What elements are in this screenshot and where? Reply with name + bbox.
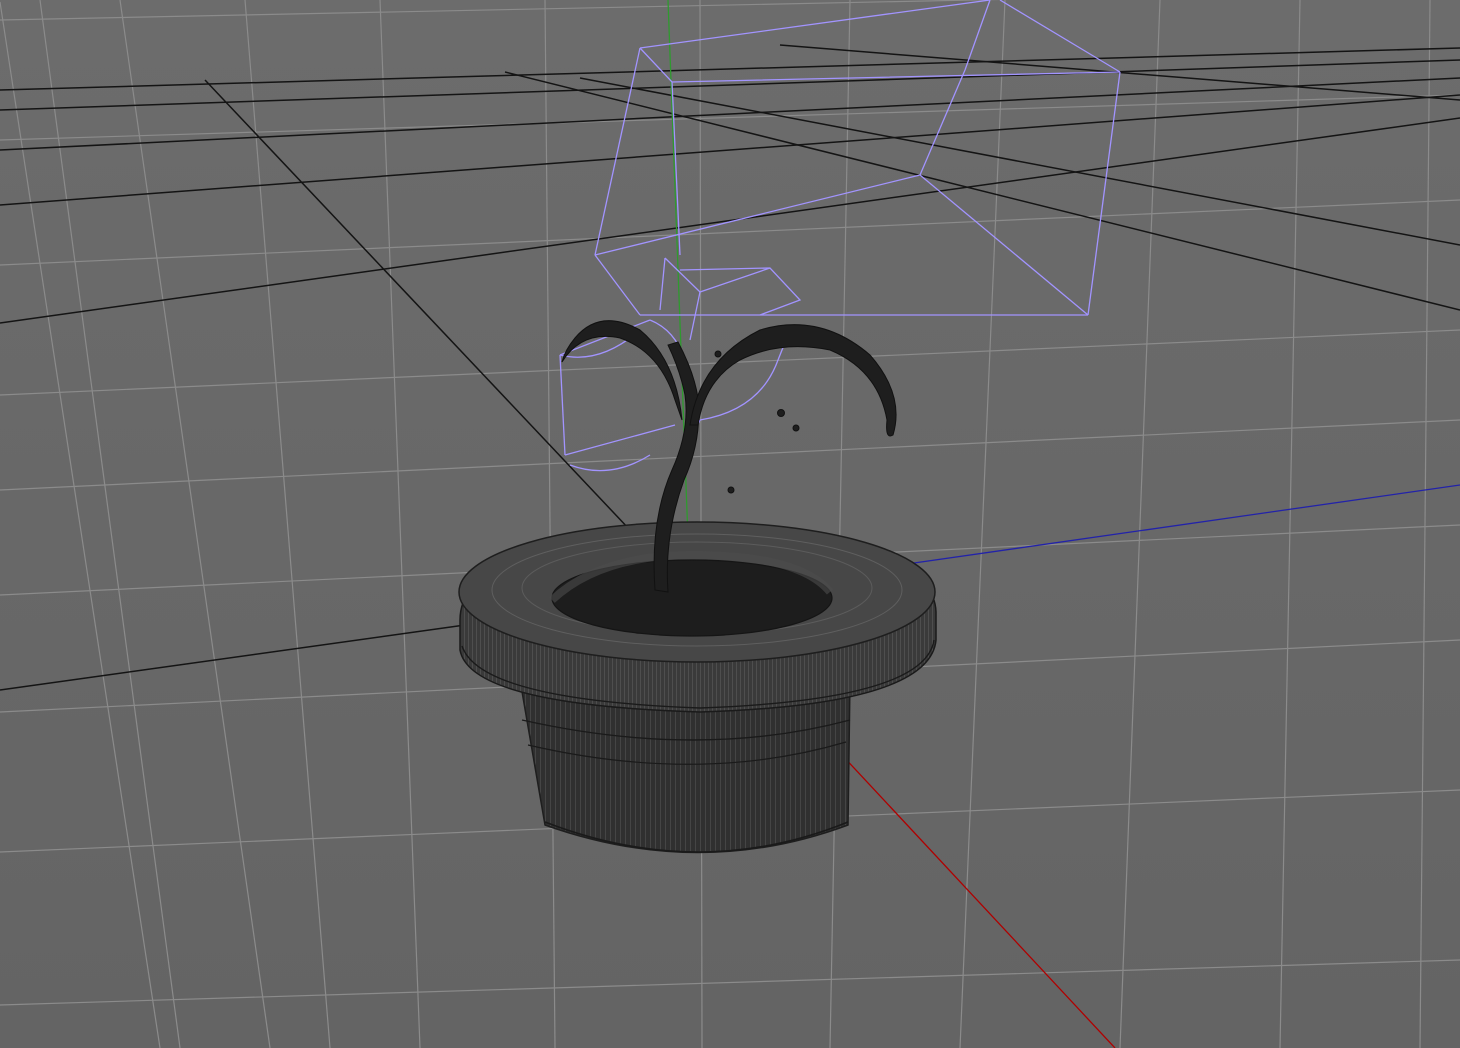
3d-viewport[interactable] bbox=[0, 0, 1460, 1048]
seed-particle bbox=[792, 424, 800, 432]
seed-particle bbox=[714, 350, 722, 358]
viewport-canvas[interactable] bbox=[0, 0, 1460, 1048]
seed-particle bbox=[727, 486, 735, 494]
seed-particle bbox=[777, 409, 785, 417]
